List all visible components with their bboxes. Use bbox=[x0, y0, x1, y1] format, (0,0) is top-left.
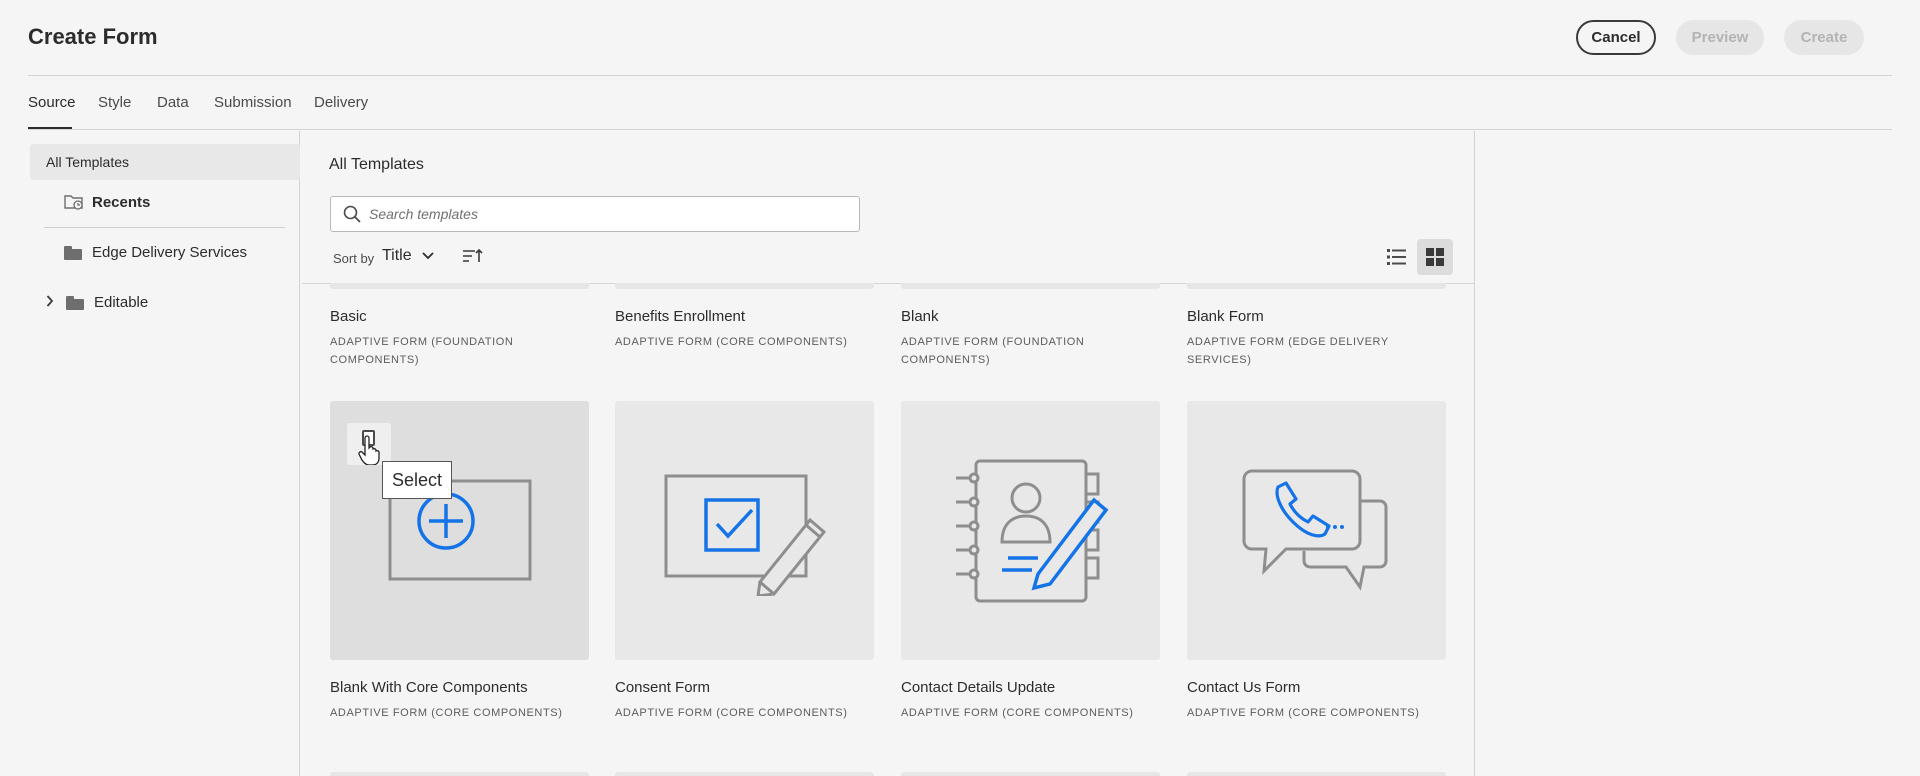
list-view-icon bbox=[1387, 249, 1406, 265]
sidebar: All Templates Recents Edge Delivery Serv… bbox=[28, 131, 300, 776]
template-thumbnail-partial[interactable] bbox=[615, 283, 874, 289]
create-button[interactable]: Create bbox=[1784, 20, 1864, 55]
sidebar-item-label: Edge Delivery Services bbox=[92, 244, 248, 261]
search-icon bbox=[343, 205, 361, 223]
content-title: All Templates bbox=[329, 156, 424, 173]
tab-bar: Source Style Data Submission Delivery bbox=[28, 76, 1892, 130]
template-card-type: ADAPTIVE FORM (CORE COMPONENTS) bbox=[1187, 707, 1420, 719]
template-thumbnail[interactable] bbox=[901, 401, 1160, 660]
template-card-type: ADAPTIVE FORM (CORE COMPONENTS) bbox=[615, 336, 848, 348]
sidebar-item-label: Editable bbox=[94, 294, 149, 311]
sort-field-dropdown[interactable]: Title bbox=[382, 247, 434, 265]
sort-ascending-icon bbox=[463, 248, 483, 262]
template-thumbnail-partial[interactable] bbox=[330, 772, 589, 776]
sidebar-item-all-templates[interactable]: All Templates bbox=[30, 144, 300, 180]
tab-data[interactable]: Data bbox=[157, 94, 189, 111]
page-title: Create Form bbox=[28, 24, 158, 49]
recents-folder-icon bbox=[64, 193, 84, 211]
folder-icon bbox=[66, 295, 84, 310]
template-thumbnail-partial[interactable] bbox=[1187, 772, 1446, 776]
template-card-type: ADAPTIVE FORM (CORE COMPONENTS) bbox=[901, 707, 1134, 719]
template-card-type: ADAPTIVE FORM (FOUNDATION COMPONENTS) bbox=[330, 336, 514, 366]
chat-phone-icon bbox=[1242, 469, 1387, 591]
template-thumbnail-partial[interactable] bbox=[615, 772, 874, 776]
sort-by-label: Sort by bbox=[333, 251, 375, 266]
sort-order-button[interactable] bbox=[462, 248, 484, 269]
search-field[interactable] bbox=[330, 196, 860, 232]
cancel-button[interactable]: Cancel bbox=[1576, 20, 1656, 55]
template-card-title[interactable]: Contact Details Update bbox=[901, 679, 1161, 696]
search-input[interactable] bbox=[369, 206, 849, 222]
active-tab-indicator bbox=[28, 127, 72, 129]
template-card-type: ADAPTIVE FORM (CORE COMPONENTS) bbox=[330, 707, 563, 719]
template-thumbnail-partial[interactable] bbox=[1187, 283, 1446, 289]
sort-field-value: Title bbox=[382, 247, 412, 264]
hand-pointer-icon bbox=[358, 435, 380, 465]
list-view-button[interactable] bbox=[1380, 239, 1414, 275]
tab-submission[interactable]: Submission bbox=[214, 94, 292, 111]
template-card-title[interactable]: Benefits Enrollment bbox=[615, 308, 875, 325]
template-thumbnail-partial[interactable] bbox=[901, 283, 1160, 289]
tab-source[interactable]: Source bbox=[28, 94, 76, 111]
tab-delivery[interactable]: Delivery bbox=[314, 94, 368, 111]
grid-view-icon bbox=[1426, 248, 1444, 266]
preview-button[interactable]: Preview bbox=[1676, 20, 1764, 55]
sidebar-divider bbox=[44, 227, 285, 228]
consent-form-icon bbox=[664, 474, 826, 596]
tab-style[interactable]: Style bbox=[98, 94, 131, 111]
template-card-title[interactable]: Consent Form bbox=[615, 679, 875, 696]
grid-view-button[interactable] bbox=[1417, 239, 1453, 275]
template-card-title[interactable]: Blank With Core Components bbox=[330, 679, 590, 696]
template-thumbnail[interactable] bbox=[615, 401, 874, 660]
chevron-right-icon[interactable] bbox=[46, 295, 56, 310]
contact-book-icon bbox=[955, 459, 1108, 602]
template-card-title[interactable]: Blank bbox=[901, 308, 1161, 325]
template-thumbnail-partial[interactable] bbox=[901, 772, 1160, 776]
template-card-type: ADAPTIVE FORM (FOUNDATION COMPONENTS) bbox=[901, 336, 1085, 366]
template-card-title[interactable]: Basic bbox=[330, 308, 590, 325]
sidebar-item-label: Recents bbox=[92, 193, 151, 211]
template-card-type: ADAPTIVE FORM (EDGE DELIVERY SERVICES) bbox=[1187, 336, 1389, 366]
template-card-title[interactable]: Contact Us Form bbox=[1187, 679, 1447, 696]
content-panel-border bbox=[1474, 131, 1475, 776]
select-tooltip: Select bbox=[382, 461, 452, 499]
sidebar-item-editable[interactable]: Editable bbox=[46, 294, 148, 311]
folder-icon bbox=[64, 245, 82, 260]
chevron-down-icon bbox=[422, 252, 434, 260]
template-thumbnail-partial[interactable] bbox=[330, 283, 589, 289]
sidebar-item-edge-delivery[interactable]: Edge Delivery Services bbox=[64, 244, 247, 261]
template-card-title[interactable]: Blank Form bbox=[1187, 308, 1447, 325]
template-thumbnail[interactable] bbox=[1187, 401, 1446, 660]
sidebar-item-recents[interactable]: Recents bbox=[64, 193, 150, 211]
template-card-type: ADAPTIVE FORM (CORE COMPONENTS) bbox=[615, 707, 848, 719]
